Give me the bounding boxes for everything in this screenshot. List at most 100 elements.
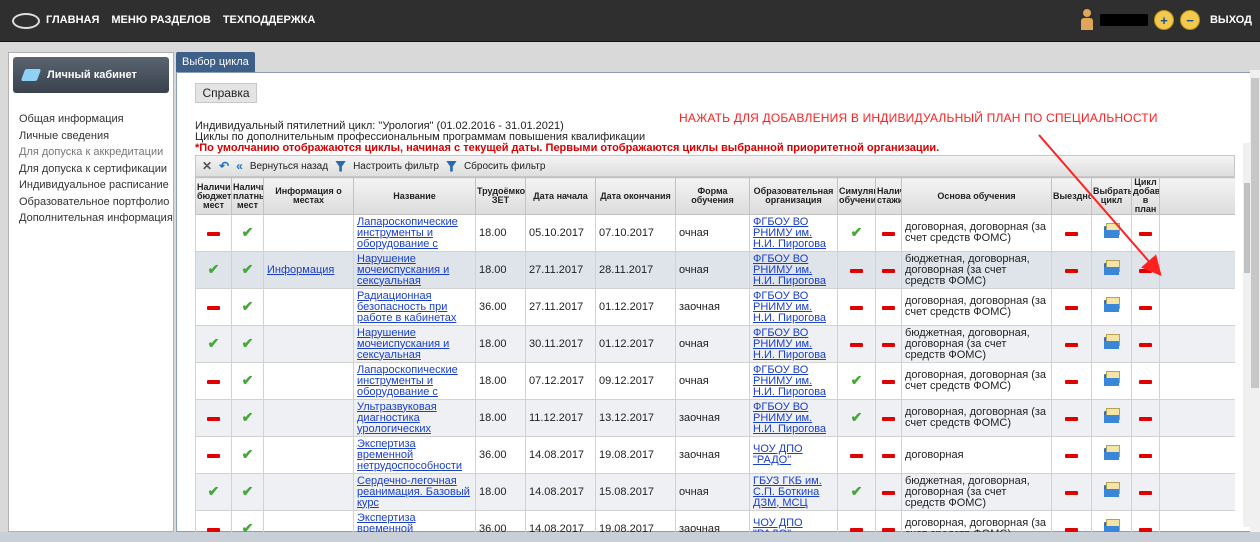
cell-info[interactable]: Информация (263, 251, 354, 289)
cell-name[interactable]: Ультразвуковая диагностика урологических (353, 399, 476, 437)
cell-org[interactable]: ФГБОУ ВО РНИМУ им. Н.И. Пирогова (749, 325, 838, 363)
nav-home[interactable]: ГЛАВНАЯ (46, 14, 99, 26)
table-row[interactable]: ✔ Ультразвуковая диагностика урологически… (195, 399, 1235, 437)
filter-button[interactable]: Настроить фильтр (353, 161, 439, 172)
cell-name-link[interactable]: Нарушение мочеиспускания и сексуальная (357, 254, 472, 287)
add-folder-icon[interactable] (1104, 370, 1120, 386)
cell-org-link[interactable]: ЧОУ ДПО "РАДО" (753, 518, 834, 533)
cell-org-link[interactable]: ФГБОУ ВО РНИМУ им. Н.И. Пирогова (753, 291, 834, 324)
page-scroll-thumb[interactable] (1251, 78, 1259, 388)
cell-org[interactable]: ФГБОУ ВО РНИМУ им. Н.И. Пирогова (749, 251, 838, 289)
cell-org[interactable]: ФГБОУ ВО РНИМУ им. Н.И. Пирогова (749, 214, 838, 252)
sidebar-item-certification[interactable]: Для допуска к сертификации (19, 161, 173, 178)
sidebar-item-personal-info[interactable]: Личные сведения (19, 128, 173, 145)
table-row[interactable]: ✔ Радиационная безопасность при работе в … (195, 288, 1235, 326)
col-budget[interactable]: Наличие бюджетных мест (195, 177, 232, 215)
cell-name[interactable]: Радиационная безопасность при работе в к… (353, 288, 476, 326)
logo-icon[interactable] (12, 13, 40, 29)
cell-name[interactable]: Сердечно-легочная реанимация. Базовый ку… (353, 473, 476, 511)
cell-name-link[interactable]: Ультразвуковая диагностика урологических (357, 402, 472, 435)
cell-name[interactable]: Нарушение мочеиспускания и сексуальная (353, 251, 476, 289)
cell-name-link[interactable]: Радиационная безопасность при работе в к… (357, 291, 472, 324)
reset-filter-icon[interactable] (445, 160, 457, 172)
filter-icon[interactable] (335, 160, 347, 172)
cell-org-link[interactable]: ФГБОУ ВО РНИМУ им. Н.И. Пирогова (753, 402, 834, 435)
exit-button[interactable]: ВЫХОД (1210, 14, 1252, 26)
col-dayoff[interactable]: Выездное (1051, 177, 1092, 215)
cell-org-link[interactable]: ФГБОУ ВО РНИМУ им. Н.И. Пирогова (753, 217, 834, 250)
cell-choose[interactable] (1091, 436, 1132, 474)
cell-org[interactable]: ЧОУ ДПО "РАДО" (749, 510, 838, 533)
cell-name-link[interactable]: Экспертиза временной нетрудоспособности (357, 513, 472, 534)
add-folder-icon[interactable] (1104, 259, 1120, 275)
tab-cycle-selection[interactable]: Выбор цикла (176, 52, 255, 72)
cell-choose[interactable] (1091, 362, 1132, 400)
cell-choose[interactable] (1091, 510, 1132, 533)
cell-org[interactable]: ФГБОУ ВО РНИМУ им. Н.И. Пирогова (749, 399, 838, 437)
table-row[interactable]: ✔ Экспертиза временной нетрудоспособности… (195, 510, 1235, 534)
col-form[interactable]: Форма обучения (675, 177, 750, 215)
cell-choose[interactable] (1091, 325, 1132, 363)
page-scrollbar[interactable] (1250, 70, 1260, 532)
tools-icon[interactable]: ✕ (202, 159, 212, 173)
cell-choose[interactable] (1091, 251, 1132, 289)
table-row[interactable]: ✔ Экспертиза временной нетрудоспособности… (195, 436, 1235, 474)
col-paid[interactable]: Наличие платных мест (231, 177, 264, 215)
undo-icon[interactable]: ↶ (219, 159, 229, 173)
table-row[interactable]: ✔ ✔ Нарушение мочеиспускания и сексуальная… (195, 325, 1235, 363)
col-basis[interactable]: Основа обучения (901, 177, 1052, 215)
table-row[interactable]: ✔ ✔ Сердечно-легочная реанимация. Базовый … (195, 473, 1235, 511)
col-choose[interactable]: Выбрать цикл (1091, 177, 1132, 215)
table-row[interactable]: ✔ Лапароскопические инструменты и оборудо… (195, 214, 1235, 252)
cell-org-link[interactable]: ЧОУ ДПО "РАДО" (753, 444, 834, 466)
add-folder-icon[interactable] (1104, 444, 1120, 460)
sidebar-item-general-info[interactable]: Общая информация (19, 111, 173, 128)
col-zet[interactable]: Трудоёмкость ЗЕТ (475, 177, 526, 215)
cell-choose[interactable] (1091, 214, 1132, 252)
cell-info[interactable] (263, 214, 354, 252)
cell-info[interactable] (263, 399, 354, 437)
sidebar-item-portfolio[interactable]: Образовательное портфолио (19, 194, 173, 211)
cell-org-link[interactable]: ГБУЗ ГКБ им. С.П. Боткина ДЗМ, МСЦ (753, 476, 834, 509)
sidebar-item-additional-info[interactable]: Дополнительная информация (19, 210, 173, 227)
add-folder-icon[interactable] (1104, 333, 1120, 349)
help-button[interactable]: Справка (195, 83, 257, 103)
cell-info[interactable] (263, 362, 354, 400)
cell-choose[interactable] (1091, 473, 1132, 511)
add-folder-icon[interactable] (1104, 222, 1120, 238)
cell-info[interactable] (263, 473, 354, 511)
sidebar-item-accreditation[interactable]: Для допуска к аккредитации (19, 144, 173, 161)
add-folder-icon[interactable] (1104, 481, 1120, 497)
cell-info[interactable] (263, 288, 354, 326)
reset-filter-button[interactable]: Сбросить фильтр (464, 161, 545, 172)
cell-name[interactable]: Экспертиза временной нетрудоспособности (353, 510, 476, 534)
add-folder-icon[interactable] (1104, 407, 1120, 423)
cell-org[interactable]: ФГБОУ ВО РНИМУ им. Н.И. Пирогова (749, 288, 838, 326)
cell-org-link[interactable]: ФГБОУ ВО РНИМУ им. Н.И. Пирогова (753, 365, 834, 398)
cell-org-link[interactable]: ФГБОУ ВО РНИМУ им. Н.И. Пирогова (753, 254, 834, 287)
nav-support[interactable]: ТЕХПОДДЕРЖКА (223, 14, 316, 26)
col-sim[interactable]: Симуляционное обучение (837, 177, 876, 215)
cell-name[interactable]: Лапароскопические инструменты и оборудов… (353, 214, 476, 252)
sidebar-item-schedule[interactable]: Индивидуальное расписание (19, 177, 173, 194)
col-intern[interactable]: Наличие стажировки (875, 177, 902, 215)
cell-org[interactable]: ЧОУ ДПО "РАДО" (749, 436, 838, 474)
cell-choose[interactable] (1091, 399, 1132, 437)
col-end[interactable]: Дата окончания (595, 177, 676, 215)
zoom-out-icon[interactable]: − (1179, 10, 1200, 30)
cell-name[interactable]: Лапароскопические инструменты и оборудов… (353, 362, 476, 400)
cell-org-link[interactable]: ФГБОУ ВО РНИМУ им. Н.И. Пирогова (753, 328, 834, 361)
col-info[interactable]: Информация о местах (263, 177, 354, 215)
col-org[interactable]: Образовательная организация (749, 177, 838, 215)
zoom-in-icon[interactable]: + (1153, 10, 1174, 30)
col-start[interactable]: Дата начала (525, 177, 596, 215)
cell-info[interactable] (263, 436, 354, 474)
cell-name-link[interactable]: Лапароскопические инструменты и оборудов… (357, 217, 472, 250)
cell-name-link[interactable]: Нарушение мочеиспускания и сексуальная (357, 328, 472, 361)
cell-choose[interactable] (1091, 288, 1132, 326)
cell-name-link[interactable]: Лапароскопические инструменты и оборудов… (357, 365, 472, 398)
cell-info[interactable] (263, 325, 354, 363)
col-name[interactable]: Название (353, 177, 476, 215)
col-added[interactable]: Цикл добавлен в план (1131, 177, 1160, 215)
double-left-icon[interactable]: « (236, 159, 243, 173)
